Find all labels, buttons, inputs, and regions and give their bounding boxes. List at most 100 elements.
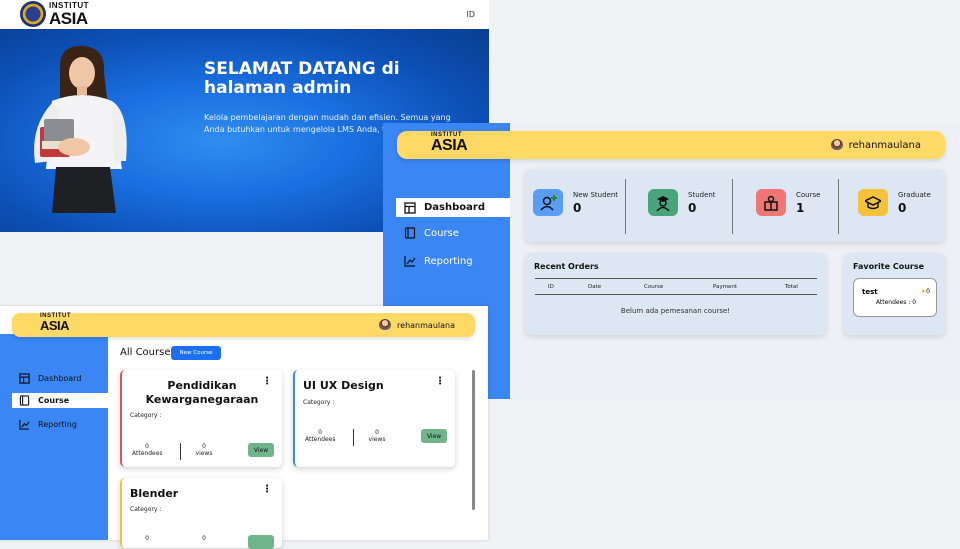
username: rehanmaulana [848,139,921,151]
attendees-count: 0 Attendees [305,429,336,443]
attendees-count: 0 Attendees [132,443,163,457]
column-header: ID [548,284,554,290]
course-category: Category : [130,412,162,419]
divider [180,443,181,460]
sidebar-item-reporting[interactable]: Reporting [18,418,77,430]
recent-orders-panel: Recent Orders ID Date Course Payment Tot… [525,253,826,335]
stat-value: 0 [898,200,907,215]
dashboard-icon [18,372,30,384]
book-icon [404,227,416,239]
column-header: Total [785,284,798,290]
column-header: Course [644,284,664,290]
course-name: UI UX Design [303,379,384,392]
sidebar-item-course[interactable]: Course [12,393,108,408]
avatar [379,319,392,331]
sidebar-item-label: Course [38,396,70,405]
dashboard-header: INSTITUT ASIA rehanmaulana [397,131,945,159]
favorite-course-attendees: Attendees : 0 [875,299,917,306]
stat-label: Course [796,190,821,199]
sidebar-item-reporting[interactable]: Reporting [404,255,473,267]
view-button[interactable] [248,535,274,549]
course-card[interactable]: Blender ⋮ Category : 0 0 [120,478,282,549]
more-options-icon[interactable]: ⋮ [262,485,272,495]
logo-large-text: ASIA [40,318,70,333]
stat-value: 0 [573,200,582,215]
sidebar-item-course[interactable]: Course [404,227,459,239]
stat-divider [625,179,626,234]
stat-label: Graduate [898,190,931,199]
logo-large-text: ASIA [49,8,88,28]
stat-graduate: Graduate 0 [858,189,931,216]
views-count: 0 views [368,429,386,443]
page-title: All Course [120,347,171,358]
language-switch[interactable]: ID [466,10,475,19]
orders-table-header: ID Date Course Payment Total [535,278,817,295]
welcome-title: SELAMAT DATANG di halaman admin [204,59,400,98]
new-student-icon [533,189,563,216]
chart-icon [404,255,416,267]
sidebar-item-label: Reporting [424,255,473,267]
divider [353,429,354,446]
logo-large-text: ASIA [431,137,468,154]
sidebar-item-label: Reporting [38,419,77,429]
more-options-icon[interactable]: ⋮ [262,377,272,387]
welcome-topbar: INSTITUT ASIA ID [0,0,489,29]
asia-seal-icon [20,1,46,27]
column-header: Payment [713,284,738,290]
stat-divider [838,179,839,234]
views-count: 0 [202,535,206,542]
sidebar-item-label: Course [424,227,459,239]
favorite-course-card[interactable]: test ★0 Attendees : 0 [853,278,937,317]
stat-divider [732,179,733,234]
course-card[interactable]: UI UX Design ⋮ Category : 0 Attendees 0 vi… [293,370,455,467]
stat-new-student: New Student 0 [533,189,618,216]
sidebar-item-dashboard[interactable]: Dashboard [396,198,510,217]
stat-value: 0 [688,200,697,215]
course-list-window: Dashboard Course Reporting INSTITUT ASIA… [0,306,488,549]
institut-asia-logo[interactable]: INSTITUT ASIA [40,313,71,332]
user-menu[interactable]: rehanmaulana [379,319,455,331]
student-icon [648,189,678,216]
sidebar-item-label: Dashboard [38,373,82,383]
stat-student: Student 0 [648,189,716,216]
avatar [830,139,843,151]
course-sidebar: Dashboard Course Reporting [0,334,108,540]
recent-orders-title: Recent Orders [534,262,599,271]
views-count: 0 views [195,443,213,457]
course-category: Category : [130,506,162,513]
course-icon [756,189,786,216]
stat-label: New Student [573,190,619,199]
favorite-course-rating: ★0 [920,288,930,295]
favorite-course-title: Favorite Course [853,262,925,271]
favorite-course-name: test [862,288,878,296]
stat-course: Course 1 [756,189,820,216]
course-category: Category : [303,399,335,406]
favorite-course-panel: Favorite Course test ★0 Attendees : 0 [844,253,945,335]
institut-asia-logo[interactable]: INSTITUT ASIA [431,132,468,154]
course-name: Blender [130,487,179,500]
graduate-cap-icon [858,189,888,216]
view-button[interactable]: View [248,443,274,457]
stat-value: 1 [796,200,805,215]
new-course-button[interactable]: New Course [171,346,221,360]
username: rehanmaulana [397,320,455,330]
orders-empty-message: Belum ada pemesanan course! [620,307,731,315]
course-header: INSTITUT ASIA rehanmaulana [12,313,475,337]
stat-label: Student [688,190,716,199]
book-icon [18,395,30,407]
institut-asia-logo[interactable]: INSTITUT ASIA [20,1,89,27]
user-menu[interactable]: rehanmaulana [830,139,921,151]
sidebar-item-label: Dashboard [424,202,485,213]
woman-holding-books-image [34,45,127,213]
chart-icon [18,418,30,430]
stats-panel: New Student 0 Student 0 Course 1 Graduate 0 [525,169,945,242]
content-scrollbar[interactable] [472,370,475,510]
dashboard-icon [404,201,416,214]
more-options-icon[interactable]: ⋮ [435,377,445,387]
course-card[interactable]: Pendidikan Kewarganegaraan ⋮ Category : … [120,370,282,467]
course-name: Pendidikan Kewarganegaraan [145,379,259,406]
column-header: Date [588,284,602,290]
sidebar-item-dashboard[interactable]: Dashboard [18,372,81,384]
attendees-count: 0 [145,535,149,542]
view-button[interactable]: View [421,429,447,443]
